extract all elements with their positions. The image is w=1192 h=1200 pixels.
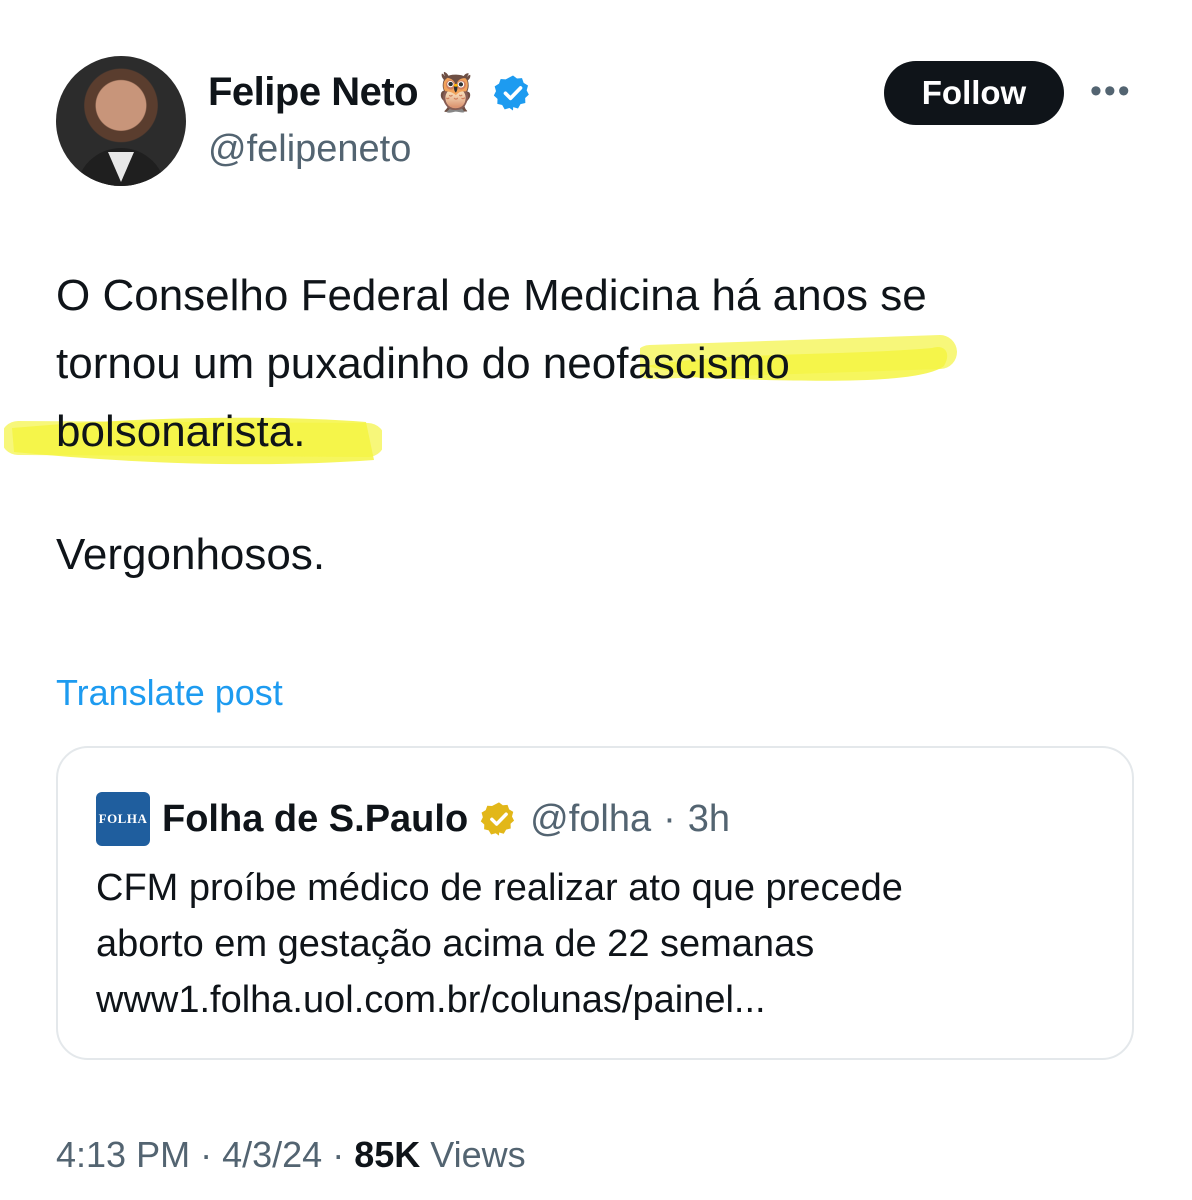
author-display-name[interactable]: Felipe Neto [208,70,419,115]
post-line-1: O Conselho Federal de Medicina há anos s… [56,271,927,320]
gold-verified-badge-icon [480,802,515,836]
owl-emoji-icon: 🦉 [432,71,479,114]
post-date[interactable]: 4/3/24 [222,1134,322,1175]
quoted-post-card[interactable]: FOLHA Folha de S.Paulo @folha · 3h CFM p… [56,746,1134,1060]
author-name-row[interactable]: Felipe Neto 🦉 [208,70,533,115]
post-time[interactable]: 4:13 PM [56,1134,190,1175]
more-options-icon[interactable]: ••• [1090,72,1132,111]
post-line-3: bolsonarista. [56,407,306,456]
quoted-author-handle[interactable]: @folha [530,798,651,841]
quoted-link[interactable]: www1.folha.uol.com.br/colunas/painel... [96,972,1106,1028]
views-count: 85K [354,1134,421,1175]
avatar[interactable] [56,56,186,186]
views-label: Views [430,1134,526,1175]
quoted-line-1: CFM proíbe médico de realizar ato que pr… [96,867,903,909]
quoted-post-header: FOLHA Folha de S.Paulo @folha · 3h [96,792,730,846]
quoted-line-2: aborto em gestação acima de 22 semanas [96,923,815,965]
quoted-separator: · [663,797,676,840]
meta-separator-2: · [332,1134,345,1175]
follow-button[interactable]: Follow [884,61,1064,125]
meta-separator-1: · [200,1134,213,1175]
post-line-2: tornou um puxadinho do neofascismo [56,339,790,388]
quoted-timestamp[interactable]: 3h [688,798,730,841]
post-meta: 4:13 PM · 4/3/24 · 85K Views [56,1134,526,1176]
quoted-author-name[interactable]: Folha de S.Paulo [162,798,468,841]
post-text: O Conselho Federal de Medicina há anos s… [56,262,1136,466]
translate-post-link[interactable]: Translate post [56,672,283,714]
quoted-post-text: CFM proíbe médico de realizar ato que pr… [96,860,1106,1028]
verified-badge-icon [493,75,529,110]
post-closing-text: Vergonhosos. [56,530,326,579]
folha-logo-icon: FOLHA [96,792,150,846]
author-handle[interactable]: @felipeneto [208,128,411,171]
